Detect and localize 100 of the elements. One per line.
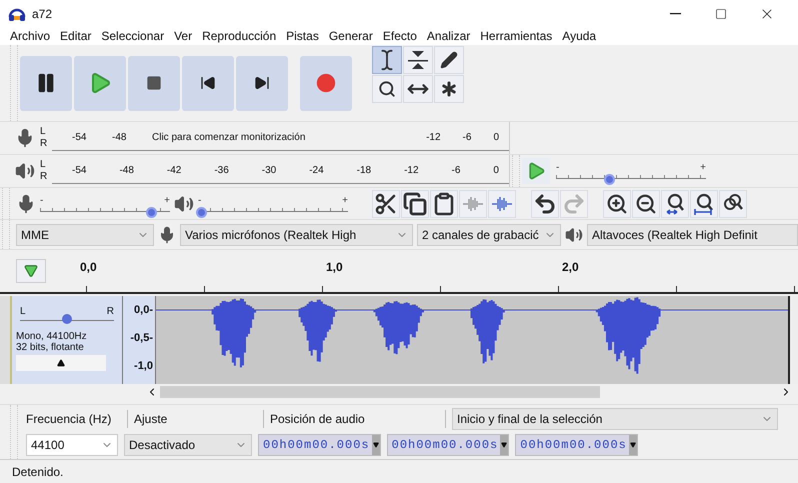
toolbar-grip[interactable] [2,220,10,249]
scale-label: 0,0- [134,304,153,316]
time-field[interactable]: 00h00m00.000s [386,434,510,456]
horizontal-scrollbar[interactable] [160,386,600,398]
zoom-in-button[interactable] [603,190,631,218]
zoom-toggle-button[interactable] [719,190,747,218]
tool-button[interactable] [372,46,402,74]
pause-button[interactable] [20,56,72,110]
meter-tick-label: 0 [493,164,499,178]
menu-item[interactable]: Editar [60,27,92,45]
meter-tick-label: -6 [462,131,472,145]
cut-button[interactable] [372,190,400,218]
menu-item[interactable]: Ayuda [562,27,596,45]
meter-tick-label: -6 [452,164,460,178]
status-text: Detenido. [12,464,64,480]
meter-tick-label: -12 [404,164,419,178]
toolbar-grip[interactable] [10,405,18,459]
selection-mode-dropdown[interactable]: Inicio y final de la selección [452,408,778,430]
tool-button[interactable] [434,75,464,103]
timeline-ruler[interactable]: 0,0 1,0 2,0 [58,250,798,292]
record-meter[interactable]: -54 -48 Clic para comenzar monitorización -12 -6 0 [52,125,509,151]
menu-item[interactable]: Archivo [10,27,50,45]
speaker-icon [174,194,194,214]
timeline-options-button[interactable] [16,259,46,283]
meter-tick-label: -48 [112,131,128,145]
collapse-track-button[interactable] [16,355,106,371]
toolbar-grip[interactable] [512,155,520,187]
playback-meter[interactable]: -54 -48 -42 -36 -30 -24 -18 -12 -6 0 [52,158,509,184]
snap-dropdown[interactable]: Desactivado [124,434,252,456]
vertical-scrollbar[interactable] [788,296,798,384]
undo-button[interactable] [531,190,559,218]
rate-dropdown[interactable]: 44100 [26,434,118,456]
fit-project-icon [692,192,716,216]
time-field[interactable]: 00h00m00.000s [515,434,638,456]
undo-icon [533,192,557,216]
search-icon [378,80,396,98]
menu-item[interactable]: Herramientas [480,27,552,45]
play-at-speed-button[interactable] [522,158,550,184]
menu-item[interactable]: Generar [328,27,373,45]
output-device-dropdown[interactable]: Altavoces (Realtek High Definit [587,224,798,246]
channel-label: L [40,159,47,171]
dropdown-triangle-icon [372,442,379,448]
scale-label: -0,5- [130,332,153,344]
pan-left-label: L [20,306,26,317]
slider-thumb[interactable] [604,174,614,185]
timeline-label: 2,0 [562,259,580,276]
slider-thumb[interactable] [146,206,156,218]
timeline-label: 1,0 [326,259,344,276]
meter-tick-label: -54 [72,164,86,178]
slider-thumb[interactable] [196,206,207,218]
window-title: a72 [32,6,52,22]
meter-tick-label: -12 [426,131,441,145]
input-device-dropdown[interactable]: Varios micrófonos (Realtek High [180,224,413,246]
fit-selection-button[interactable] [661,190,689,218]
meter-tick-label: -54 [72,131,88,145]
skip-start-button[interactable] [182,56,234,110]
menu-item[interactable]: Ver [174,27,192,45]
scale-label: -1,0 [134,360,153,372]
tool-button[interactable] [434,46,464,74]
menu-item[interactable]: Reproducción [202,27,276,45]
skip-end-button[interactable] [236,56,288,110]
zoom-out-button[interactable] [632,190,660,218]
audio-host-dropdown[interactable]: MME [16,224,154,246]
pan-right-label: R [106,306,114,317]
menu-item[interactable]: Efecto [382,27,417,45]
meter-tick-label: -30 [262,164,276,178]
minus-sign: - [556,163,560,173]
menu-item[interactable]: Pistas [286,27,319,45]
toolbar-grip[interactable] [10,45,18,121]
stop-button[interactable] [128,56,180,110]
position-label: Posición de audio [270,410,446,428]
tool-button[interactable] [372,75,402,103]
menu-item[interactable]: Seleccionar [101,27,164,45]
plus-sign: + [342,196,348,206]
dropdown-triangle-icon [501,442,508,448]
channel-label: L [40,126,47,138]
fit-project-button[interactable] [690,190,718,218]
silence-button[interactable] [488,190,516,218]
tool-button[interactable] [403,46,433,74]
menu-item[interactable]: Analizar [426,27,470,45]
track-info: 32 bits, flotante [16,342,85,353]
paste-button[interactable] [430,190,458,218]
stop-icon [146,75,162,91]
time-field[interactable]: 00h00m00.000s [258,434,381,456]
maximize-icon [715,8,727,20]
tool-button[interactable] [403,75,433,103]
minus-sign: - [198,196,202,206]
headphones-icon [8,6,26,20]
copy-icon [403,192,427,216]
meter-message: Clic para comenzar monitorización [152,131,306,145]
toolbar-grip[interactable] [2,188,10,219]
record-icon [316,73,336,93]
copy-button[interactable] [401,190,429,218]
channels-dropdown[interactable]: 2 canales de grabacić [417,224,561,246]
microphone-icon [158,226,176,244]
silence-audio-icon [491,196,513,212]
trim-audio-icon [462,196,484,212]
pan-slider-thumb[interactable] [62,314,72,324]
record-button[interactable] [300,56,352,110]
meter-tick-label: -42 [166,164,182,178]
